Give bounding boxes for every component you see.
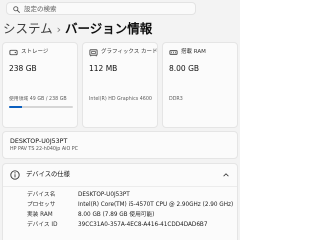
storage-usage-fill <box>9 106 23 108</box>
spec-row-device-name: デバイス名 DESKTOP-U0J53PT <box>3 190 237 200</box>
graphics-label: グラフィックス カード <box>101 49 158 55</box>
search-input[interactable]: 設定の検索 <box>6 2 196 15</box>
page-title: バージョン情報 <box>65 21 153 36</box>
spec-key: プロセッサ <box>27 202 56 208</box>
chevron-up-icon[interactable] <box>222 171 230 179</box>
device-specifications-panel: デバイスの仕様 デバイス名 DESKTOP-U0J53PT プロセッサ Inte… <box>2 163 238 240</box>
spec-value: 39CC31A0-357A-4EC8-A416-41CDD4DAD6B7 <box>78 222 208 228</box>
storage-usage-text: 使用領域 49 GB / 238 GB <box>9 97 67 102</box>
device-name: DESKTOP-U0J53PT <box>10 138 68 145</box>
device-name-panel[interactable]: DESKTOP-U0J53PT HP PAV TS 22-h040jp AiO … <box>2 131 238 159</box>
device-model: HP PAV TS 22-h040jp AiO PC <box>10 147 78 152</box>
summary-cards: ストレージ 238 GB 使用領域 49 GB / 238 GB グラフィックス… <box>2 42 238 128</box>
breadcrumb-separator: › <box>56 23 62 36</box>
storage-card[interactable]: ストレージ 238 GB 使用領域 49 GB / 238 GB <box>2 42 78 128</box>
breadcrumb: システム › バージョン情報 <box>3 20 152 38</box>
graphics-name: Intel(R) HD Graphics 4600 <box>89 97 152 102</box>
spec-key: デバイス ID <box>27 222 58 228</box>
ram-type: DDR3 <box>169 97 183 102</box>
spec-row-processor: プロセッサ Intel(R) Core(TM) i5-4570T CPU @ 2… <box>3 200 237 210</box>
spec-key: 実装 RAM <box>27 212 53 218</box>
spec-key: デバイス名 <box>27 192 56 198</box>
storage-usage-bar <box>9 106 73 108</box>
spec-value: 8.00 GB (7.89 GB 使用可能) <box>78 212 155 218</box>
graphics-card[interactable]: グラフィックス カード 112 MB Intel(R) HD Graphics … <box>82 42 158 128</box>
settings-window: 設定の検索 システム › バージョン情報 ストレージ 238 GB 使用領域 49 … <box>0 0 240 240</box>
spec-row-installed-ram: 実装 RAM 8.00 GB (7.89 GB 使用可能) <box>3 210 237 220</box>
ram-card[interactable]: 搭載 RAM 8.00 GB DDR3 <box>162 42 238 128</box>
ram-value: 8.00 GB <box>169 64 200 73</box>
breadcrumb-system[interactable]: システム <box>3 21 53 36</box>
graphics-value: 112 MB <box>89 64 118 73</box>
ram-label: 搭載 RAM <box>181 49 206 55</box>
search-placeholder: 設定の検索 <box>24 5 57 13</box>
device-specifications-title: デバイスの仕様 <box>26 171 70 178</box>
storage-icon <box>9 49 18 56</box>
search-icon <box>13 6 20 13</box>
storage-value: 238 GB <box>9 64 37 73</box>
graphics-card-icon <box>89 49 98 57</box>
spec-row-device-id: デバイス ID 39CC31A0-357A-4EC8-A416-41CDD4DA… <box>3 220 237 230</box>
spec-value: Intel(R) Core(TM) i5-4570T CPU @ 2.90GHz… <box>78 202 234 208</box>
ram-icon <box>169 50 178 55</box>
spec-value: DESKTOP-U0J53PT <box>78 192 130 198</box>
storage-label: ストレージ <box>21 49 49 55</box>
info-icon <box>10 170 20 180</box>
device-specifications-header[interactable]: デバイスの仕様 <box>3 164 237 187</box>
